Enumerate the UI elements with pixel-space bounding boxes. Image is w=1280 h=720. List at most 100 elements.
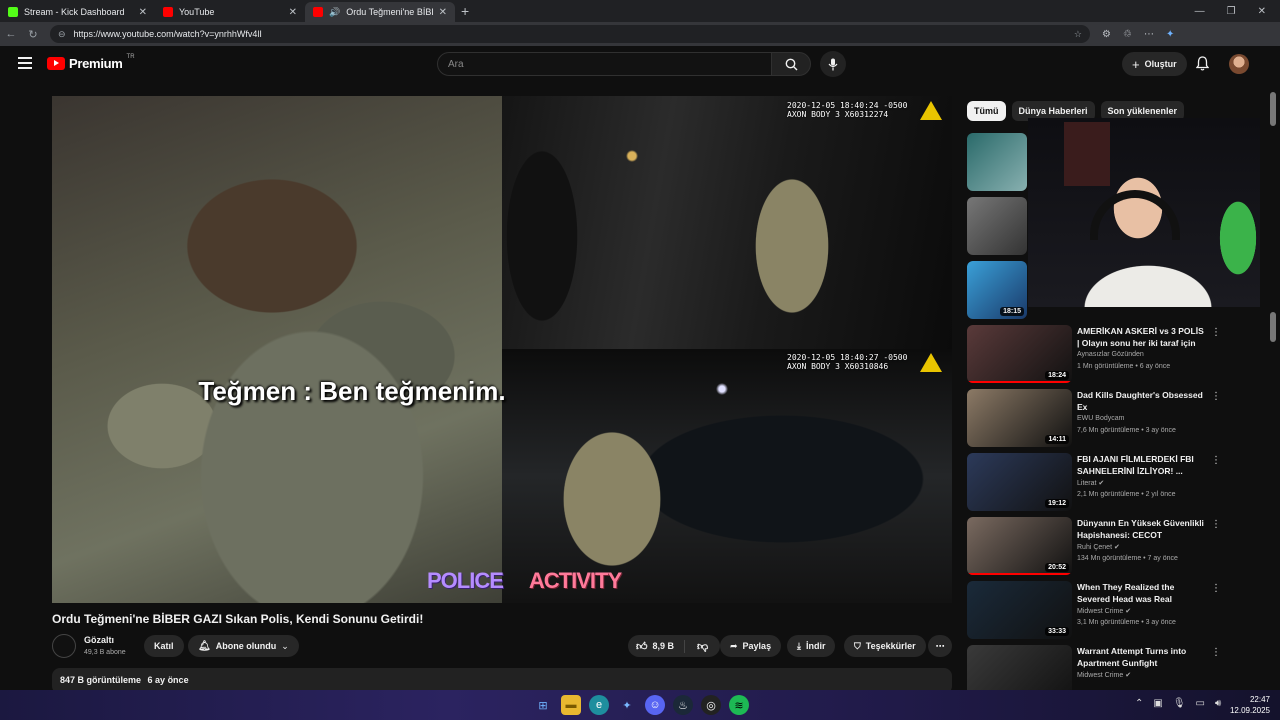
more-vertical-icon[interactable]: ⋮ xyxy=(1211,327,1221,338)
rec-title[interactable]: Warrant Attempt Turns into Apartment Gun… xyxy=(1077,645,1207,669)
subscribed-button[interactable]: 🔔︎ Abone olundu ⌄ xyxy=(188,635,299,657)
close-window-icon[interactable]: ✕ xyxy=(1258,6,1266,17)
app-icon[interactable]: ✦ xyxy=(617,695,637,715)
share-button[interactable]: ➦ Paylaş xyxy=(720,635,782,657)
sidebar-scrollbar-thumb[interactable] xyxy=(1270,312,1276,342)
rec-title[interactable]: Dünyanın En Yüksek Güvenlikli Hapishanes… xyxy=(1077,517,1207,541)
copilot-icon[interactable]: ✦ xyxy=(1166,29,1174,40)
youtube-premium-logo[interactable]: Premium TR xyxy=(47,54,135,71)
more-vertical-icon[interactable]: ⋮ xyxy=(1211,519,1221,530)
windows-taskbar: ⊞ ▬ e ✦ ☺ ♨ ◎ ≋ ⌃ ▣ 🎙︎ ▭ 🔊︎ 22:47 12.09.… xyxy=(0,690,1280,720)
channel-name[interactable]: Gözaltı xyxy=(84,635,114,645)
duration-badge: 14:11 xyxy=(1045,435,1069,444)
close-tab-icon[interactable]: ✕ xyxy=(439,7,447,18)
rec-thumbnail[interactable]: 19:12 xyxy=(967,453,1072,511)
taskbar-clock[interactable]: 22:47 12.09.2025 xyxy=(1228,694,1270,716)
rec-video-item[interactable]: 20:52 Dünyanın En Yüksek Güvenlikli Hapis… xyxy=(967,517,1267,575)
more-vertical-icon[interactable]: ⋮ xyxy=(1211,647,1221,658)
network-icon[interactable]: ▭ xyxy=(1196,698,1205,709)
microphone-icon[interactable]: 🎙︎ xyxy=(1173,698,1186,709)
join-button[interactable]: Katıl xyxy=(144,635,184,657)
file-explorer-icon[interactable]: ▬ xyxy=(561,695,581,715)
rec-video-item[interactable]: 33:33 When They Realized the Severed Head… xyxy=(967,581,1267,639)
verified-check-icon: ✔ xyxy=(1098,480,1105,487)
reload-icon[interactable]: ↻ xyxy=(22,28,44,41)
favorite-star-icon[interactable]: ☆ xyxy=(1074,29,1082,40)
back-icon[interactable]: ← xyxy=(0,28,22,40)
rec-title[interactable]: FBI AJANI FİLMLERDEKİ FBI SAHNELERİNİ İZ… xyxy=(1077,453,1207,477)
site-info-icon[interactable]: ⊖ xyxy=(58,29,66,40)
rec-title[interactable]: Dad Kills Daughter's Obsessed Ex xyxy=(1077,389,1207,413)
rec-thumbnail[interactable]: 20:52 xyxy=(967,517,1072,575)
speaker-icon[interactable]: 🔊 xyxy=(329,7,340,18)
discord-icon[interactable]: ☺ xyxy=(645,695,665,715)
system-tray: ⌃ ▣ 🎙︎ ▭ 🔊︎ xyxy=(1135,698,1221,709)
tab-kick-dashboard[interactable]: Stream - Kick Dashboard ✕ xyxy=(0,2,155,22)
search-input[interactable]: Ara xyxy=(437,52,772,76)
rec-thumbnail[interactable]: 14:11 xyxy=(967,389,1072,447)
more-actions-button[interactable]: ⋯ xyxy=(928,635,952,657)
more-vertical-icon[interactable]: ⋮ xyxy=(1211,583,1221,594)
url-field[interactable]: ⊖ https://www.youtube.com/watch?v=ynrhhW… xyxy=(50,25,1090,43)
close-tab-icon[interactable]: ✕ xyxy=(289,7,297,18)
rec-title[interactable]: AMERİKAN ASKERİ vs 3 POLİS | Olayın sonu… xyxy=(1077,325,1207,349)
tab-youtube[interactable]: YouTube ✕ xyxy=(155,2,305,22)
voice-search-button[interactable] xyxy=(820,51,846,77)
rec-thumb-partial[interactable] xyxy=(967,197,1027,255)
volume-icon[interactable]: 🔊︎ xyxy=(1215,698,1221,709)
notifications-bell-icon[interactable] xyxy=(1195,56,1210,76)
verified-check-icon: ✔ xyxy=(1125,608,1132,615)
more-vertical-icon[interactable]: ⋮ xyxy=(1211,455,1221,466)
page-scrollbar[interactable] xyxy=(1270,92,1276,688)
close-tab-icon[interactable]: ✕ xyxy=(139,7,147,18)
account-avatar[interactable] xyxy=(1229,54,1249,74)
video-player[interactable]: 2020-12-05 18:40:24 -0500 AXON BODY 3 X6… xyxy=(52,96,952,603)
tab-current-video[interactable]: 🔊 Ordu Teğmeni'ne BİBER GAZI ✕ xyxy=(305,2,455,22)
search-button[interactable] xyxy=(771,52,811,76)
subscribed-label: Abone olundu xyxy=(215,641,277,651)
rec-thumb-partial[interactable]: 18:15 xyxy=(967,261,1027,319)
tray-app-icon[interactable]: ▣ xyxy=(1153,698,1162,709)
like-dislike-group: 👍︎ 8,9 B 👎︎ xyxy=(628,635,721,657)
download-button[interactable]: ⤓ İndir xyxy=(787,635,836,657)
chevron-up-icon[interactable]: ⌃ xyxy=(1135,698,1143,709)
minimize-icon[interactable]: — xyxy=(1195,6,1205,17)
more-vertical-icon[interactable]: ⋮ xyxy=(1211,391,1221,402)
rec-channel[interactable]: Midwest Crime ✔ xyxy=(1077,607,1131,615)
streamer-webcam-overlay xyxy=(1028,118,1260,307)
spotify-icon[interactable]: ≋ xyxy=(729,695,749,715)
rec-channel[interactable]: EWU Bodycam xyxy=(1077,415,1124,422)
settings-more-icon[interactable]: ⋯ xyxy=(1144,29,1154,40)
video-frame-closeup xyxy=(52,96,502,603)
channel-avatar[interactable] xyxy=(52,634,76,658)
thanks-button[interactable]: ⛉ Teşekkürler xyxy=(844,635,926,657)
rec-channel[interactable]: Midwest Crime ✔ xyxy=(1077,671,1131,679)
like-button[interactable]: 👍︎ 8,9 B xyxy=(636,639,686,653)
rec-channel[interactable]: Literat ✔ xyxy=(1077,479,1104,487)
search-placeholder: Ara xyxy=(448,58,464,70)
dislike-button[interactable]: 👎︎ xyxy=(685,640,720,653)
create-button[interactable]: + Oluştur xyxy=(1122,52,1187,76)
video-subtitle: Teğmen : Ben teğmenim. xyxy=(198,376,506,406)
profile-sync-icon[interactable]: ♲ xyxy=(1123,29,1132,40)
app-icon[interactable]: ◎ xyxy=(701,695,721,715)
rec-title[interactable]: When They Realized the Severed Head was … xyxy=(1077,581,1207,605)
video-title: Ordu Teğmeni'ne BİBER GAZI Sıkan Polis, … xyxy=(52,612,424,626)
rec-video-item[interactable]: 19:12 FBI AJANI FİLMLERDEKİ FBI SAHNELERİ… xyxy=(967,453,1267,511)
chip-all[interactable]: Tümü xyxy=(967,101,1006,121)
rec-video-item[interactable]: 18:24 AMERİKAN ASKERİ vs 3 POLİS | Olayın… xyxy=(967,325,1267,383)
edge-browser-icon[interactable]: e xyxy=(589,695,609,715)
rec-thumb-partial[interactable] xyxy=(967,133,1027,191)
steam-icon[interactable]: ♨ xyxy=(673,695,693,715)
rec-thumbnail[interactable]: 33:33 xyxy=(967,581,1072,639)
rec-video-item[interactable]: 14:11 Dad Kills Daughter's Obsessed Ex EWU… xyxy=(967,389,1267,447)
windows-start-icon[interactable]: ⊞ xyxy=(533,695,553,715)
new-tab-icon[interactable]: + xyxy=(461,3,469,19)
rec-thumbnail[interactable]: 18:24 xyxy=(967,325,1072,383)
maximize-icon[interactable]: ❐ xyxy=(1227,6,1236,17)
hamburger-menu-icon[interactable] xyxy=(18,57,32,69)
rec-channel[interactable]: Ruhi Çenet ✔ xyxy=(1077,543,1120,551)
scrollbar-thumb[interactable] xyxy=(1270,92,1276,126)
rec-channel[interactable]: Aynasızlar Gözünden xyxy=(1077,351,1144,358)
extension-icon[interactable]: ⚙ xyxy=(1102,29,1111,40)
